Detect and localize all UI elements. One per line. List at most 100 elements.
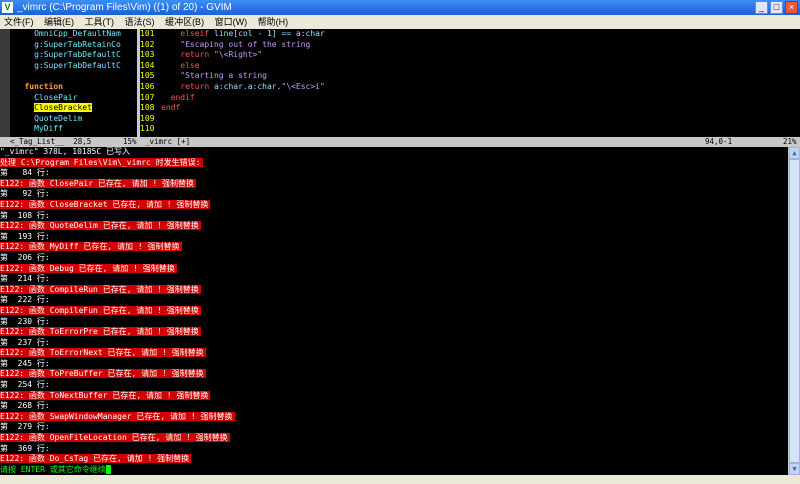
menu-tools[interactable]: 工具(T) bbox=[81, 15, 119, 29]
close-button[interactable]: × bbox=[785, 1, 798, 14]
error-header: 处理 C:\Program Files\Vim\_vimrc 时发生错误: bbox=[0, 157, 203, 167]
taglist-item[interactable]: g:SuperTabDefaultC bbox=[10, 61, 137, 72]
error-line-number: 第 214 行: bbox=[0, 274, 50, 284]
error-message: E122: 函数 ClosePair 已存在, 请加 ! 强制替换 bbox=[0, 178, 196, 188]
code-text: return "\<Right>" bbox=[180, 50, 263, 60]
vertical-scrollbar[interactable]: ▲ ▼ bbox=[788, 147, 800, 475]
taglist-pane[interactable]: OmniCpp_DefaultNam g:SuperTabRetainCo g:… bbox=[10, 29, 137, 137]
line-number: 109 bbox=[140, 113, 155, 123]
line-number: 110 bbox=[140, 124, 155, 134]
code-line[interactable]: 108 endf bbox=[140, 103, 800, 114]
error-message: E122: 函数 CloseBracket 已存在, 请加 ! 强制替换 bbox=[0, 199, 211, 209]
menu-bar: 文件(F) 编辑(E) 工具(T) 语法(S) 缓冲区(B) 窗口(W) 帮助(… bbox=[0, 15, 800, 29]
error-line-number: 第 254 行: bbox=[0, 380, 50, 390]
code-text: "Escaping out of the string bbox=[180, 39, 311, 49]
code-line[interactable]: 106 return a:char.a:char."\<Esc>i" bbox=[140, 82, 800, 93]
fold-gutter bbox=[0, 29, 10, 137]
written-message: "_vimrc" 378L, 10185C 已写入 bbox=[0, 147, 130, 156]
error-line-number: 第 108 行: bbox=[0, 210, 50, 220]
line-number: 102 bbox=[140, 39, 155, 49]
error-message: E122: 函数 OpenFileLocation 已存在, 请加 ! 强制替换 bbox=[0, 433, 230, 443]
taglist-item[interactable]: g:SuperTabRetainCo bbox=[10, 40, 137, 51]
maximize-button[interactable]: □ bbox=[770, 1, 783, 14]
code-line[interactable]: 102 "Escaping out of the string bbox=[140, 40, 800, 51]
editor-top-split: OmniCpp_DefaultNam g:SuperTabRetainCo g:… bbox=[0, 29, 800, 137]
title-bar: V _vimrc (C:\Program Files\Vim) ((1) of … bbox=[0, 0, 800, 15]
error-line-number: 第 369 行: bbox=[0, 443, 50, 453]
taglist-item[interactable]: QuoteDelim bbox=[10, 114, 137, 125]
error-message: E122: 函数 Do_CsTag 已存在, 请加 ! 强制替换 bbox=[0, 454, 192, 464]
error-message: E122: 函数 SwapWindowManager 已存在, 请加 ! 强制替… bbox=[0, 411, 235, 421]
error-message: E122: 函数 CompileRun 已存在, 请加 ! 强制替换 bbox=[0, 284, 201, 294]
message-area: "_vimrc" 378L, 10185C 已写入 处理 C:\Program … bbox=[0, 147, 788, 477]
status-line: <_Tag_List__ 28,5 15% _vimrc [+] 94,0-1 … bbox=[0, 137, 800, 147]
line-number: 103 bbox=[140, 50, 155, 60]
code-text: "Starting a string bbox=[180, 71, 267, 81]
code-line[interactable]: 110 bbox=[140, 124, 800, 135]
error-line-number: 第 237 行: bbox=[0, 337, 50, 347]
window-title: _vimrc (C:\Program Files\Vim) ((1) of 20… bbox=[17, 2, 232, 13]
error-line-number: 第 206 行: bbox=[0, 252, 50, 262]
code-line[interactable]: 107 endif bbox=[140, 93, 800, 104]
taglist-percent: 15% bbox=[123, 137, 137, 146]
code-line[interactable]: 103 return "\<Right>" bbox=[140, 50, 800, 61]
menu-window[interactable]: 窗口(W) bbox=[211, 15, 252, 29]
code-pane[interactable]: 101 elseif line[col - 1] == a:char 102 "E… bbox=[140, 29, 800, 137]
menu-edit[interactable]: 编辑(E) bbox=[40, 15, 78, 29]
code-line[interactable]: 109 bbox=[140, 114, 800, 125]
code-line[interactable]: 104 else bbox=[140, 61, 800, 72]
error-line-number: 第 193 行: bbox=[0, 231, 50, 241]
menu-file[interactable]: 文件(F) bbox=[0, 15, 38, 29]
taglist-item[interactable]: OmniCpp_DefaultNam bbox=[10, 29, 137, 40]
error-message: E122: 函数 ToErrorNext 已存在, 请加 ! 强制替换 bbox=[0, 348, 206, 358]
error-message: E122: 函数 QuoteDelim 已存在, 请加 ! 强制替换 bbox=[0, 221, 201, 231]
buffer-percent: 21% bbox=[783, 137, 797, 146]
code-text: endf bbox=[161, 103, 181, 113]
error-message: E122: 函数 MyDiff 已存在, 请加 ! 强制替换 bbox=[0, 242, 182, 252]
continue-prompt: 请按 ENTER 或其它命令继续 bbox=[0, 464, 106, 474]
gvim-window: V _vimrc (C:\Program Files\Vim) ((1) of … bbox=[0, 0, 800, 484]
cursor-block bbox=[105, 464, 111, 474]
code-text: endif bbox=[170, 92, 195, 102]
code-text: elseif line[col - 1] == a:char bbox=[180, 29, 325, 38]
taglist-item[interactable]: MyDiff bbox=[10, 124, 137, 135]
scroll-down-arrow-icon[interactable]: ▼ bbox=[789, 463, 800, 475]
error-message: E122: 函数 ToNextBuffer 已存在, 请加 ! 强制替换 bbox=[0, 390, 211, 400]
error-line-number: 第 92 行: bbox=[0, 189, 50, 199]
line-number: 104 bbox=[140, 60, 155, 70]
error-line-number: 第 268 行: bbox=[0, 401, 50, 411]
vim-app-icon[interactable]: V bbox=[2, 2, 13, 13]
code-line[interactable]: 101 elseif line[col - 1] == a:char bbox=[140, 29, 800, 40]
error-line-number: 第 230 行: bbox=[0, 316, 50, 326]
scroll-thumb[interactable] bbox=[789, 159, 800, 463]
menu-help[interactable]: 帮助(H) bbox=[254, 15, 293, 29]
error-message: E122: 函数 Debug 已存在, 请加 ! 强制替换 bbox=[0, 263, 177, 273]
line-number: 105 bbox=[140, 71, 155, 81]
code-line[interactable]: 105 "Starting a string bbox=[140, 71, 800, 82]
minimize-button[interactable]: _ bbox=[755, 1, 768, 14]
line-number: 108 bbox=[140, 103, 155, 113]
code-text: return a:char.a:char."\<Esc>i" bbox=[180, 81, 325, 91]
error-line-number: 第 222 行: bbox=[0, 295, 50, 305]
taglist-status: <_Tag_List__ 28,5 bbox=[10, 137, 92, 146]
cursor-position: 94,0-1 bbox=[705, 137, 733, 146]
error-message: E122: 函数 ToErrorPre 已存在, 请加 ! 强制替换 bbox=[0, 327, 201, 337]
line-number: 106 bbox=[140, 81, 155, 91]
bottom-frame bbox=[0, 475, 800, 484]
taglist-item[interactable]: ClosePair bbox=[10, 93, 137, 104]
line-number: 101 bbox=[140, 29, 155, 38]
taglist-item[interactable]: g:SuperTabDefaultC bbox=[10, 50, 137, 61]
code-text: else bbox=[180, 60, 200, 70]
menu-buffers[interactable]: 缓冲区(B) bbox=[161, 15, 208, 29]
taglist-item[interactable]: CloseBracket bbox=[10, 103, 137, 114]
error-line-number: 第 84 行: bbox=[0, 168, 50, 178]
scroll-up-arrow-icon[interactable]: ▲ bbox=[789, 147, 800, 159]
line-number: 107 bbox=[140, 92, 155, 102]
taglist-item[interactable] bbox=[10, 71, 137, 82]
buffer-name: _vimrc [+] bbox=[145, 137, 191, 146]
error-line-number: 第 279 行: bbox=[0, 422, 50, 432]
taglist-item[interactable]: function bbox=[10, 82, 137, 93]
menu-syntax[interactable]: 语法(S) bbox=[121, 15, 159, 29]
error-message: E122: 函数 CompileFun 已存在, 请加 ! 强制替换 bbox=[0, 305, 201, 315]
error-message: E122: 函数 ToPreBuffer 已存在, 请加 ! 强制替换 bbox=[0, 369, 206, 379]
